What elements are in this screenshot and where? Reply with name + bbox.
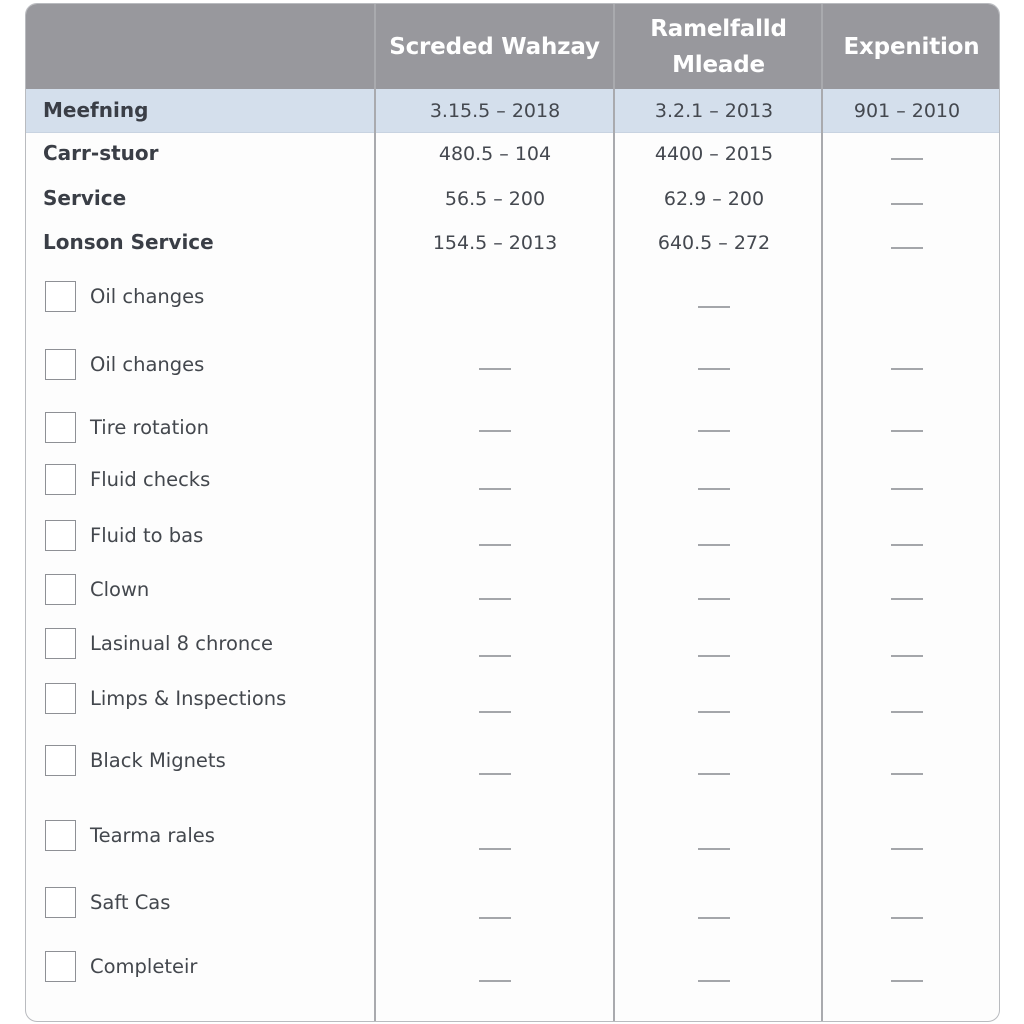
empty-value-dash [479, 655, 511, 657]
checklist-item-label: Oil changes [90, 285, 205, 308]
empty-value-dash [479, 430, 511, 432]
checklist-item-label: Saft Cas [90, 891, 171, 914]
row-value: 901 – 2010 [853, 100, 961, 122]
checklist-item-label: Tire rotation [90, 416, 209, 439]
empty-value-dash [891, 544, 923, 546]
row-label: Lonson Service [43, 230, 214, 254]
checkbox[interactable] [45, 520, 76, 551]
checklist-item-label: Limps & Inspections [90, 687, 287, 710]
table-header: Screded Wahzay Ramelfalld Mleade Expenit… [26, 4, 999, 89]
checklist-item[interactable]: Tearma rales [45, 820, 215, 851]
checklist-item[interactable]: Oil changes [45, 281, 204, 312]
empty-value-dash [698, 598, 730, 600]
checklist-item[interactable]: Oil changes [45, 349, 204, 380]
empty-value-dash [479, 980, 511, 982]
empty-value-dash [479, 917, 511, 919]
empty-value-dash [698, 306, 730, 308]
header-col2-line2: Mleade [672, 51, 765, 78]
empty-value-dash [698, 544, 730, 546]
empty-value-dash [698, 848, 730, 850]
checkbox[interactable] [45, 349, 76, 380]
checkbox[interactable] [45, 820, 76, 851]
empty-value-dash [479, 544, 511, 546]
empty-value-dash [479, 368, 511, 370]
empty-value-dash [891, 917, 923, 919]
checklist-item-label: Lasinual 8 chronce [90, 632, 273, 655]
empty-value-dash [891, 430, 923, 432]
checklist-item-label: Oil changes [90, 353, 205, 376]
checkbox[interactable] [45, 464, 76, 495]
column-divider [374, 4, 376, 1021]
header-cell-label [26, 4, 375, 89]
empty-value-dash [891, 848, 923, 850]
empty-value-dash [891, 711, 923, 713]
checklist-item-label: Completeir [90, 955, 198, 978]
checkbox[interactable] [45, 628, 76, 659]
empty-value-dash [479, 773, 511, 775]
checklist-item[interactable]: Fluid checks [45, 464, 210, 495]
header-cell-col3[interactable]: Expenition [822, 4, 999, 89]
empty-value-dash [891, 488, 923, 490]
checklist-item[interactable]: Black Mignets [45, 745, 226, 776]
checklist-item[interactable]: Lasinual 8 chronce [45, 628, 273, 659]
row-value: 62.9 – 200 [663, 188, 765, 210]
empty-value-dash [698, 711, 730, 713]
empty-value-dash [698, 980, 730, 982]
maintenance-table: Screded Wahzay Ramelfalld Mleade Expenit… [25, 3, 1000, 1022]
row-label: Meefning [43, 98, 149, 122]
empty-value-dash [698, 917, 730, 919]
checkbox[interactable] [45, 951, 76, 982]
row-label: Service [43, 186, 127, 210]
empty-value-dash [698, 773, 730, 775]
checklist-item-label: Fluid to bas [90, 524, 204, 547]
header-col2-line1: Ramelfalld [650, 15, 787, 42]
row-value: 3.2.1 – 2013 [654, 100, 774, 122]
checkbox[interactable] [45, 281, 76, 312]
empty-value-dash [698, 655, 730, 657]
checklist-item[interactable]: Tire rotation [45, 412, 209, 443]
column-divider [821, 4, 823, 1021]
checklist-item-label: Black Mignets [90, 749, 226, 772]
header-cell-col2[interactable]: Ramelfalld Mleade [615, 4, 822, 89]
checklist-item-label: Clown [90, 578, 150, 601]
checklist-item[interactable]: Saft Cas [45, 887, 170, 918]
checklist-item[interactable]: Fluid to bas [45, 520, 203, 551]
checkbox[interactable] [45, 745, 76, 776]
empty-value-dash [479, 488, 511, 490]
checklist-item[interactable]: Completeir [45, 951, 197, 982]
empty-value-dash [698, 488, 730, 490]
empty-value-dash [891, 598, 923, 600]
empty-value-dash [698, 368, 730, 370]
empty-value-dash [479, 848, 511, 850]
row-value: 56.5 – 200 [444, 188, 546, 210]
empty-value-dash [891, 773, 923, 775]
header-cell-col1[interactable]: Screded Wahzay [375, 4, 614, 89]
checkbox[interactable] [45, 412, 76, 443]
row-value: 640.5 – 272 [657, 232, 771, 254]
empty-value-dash [891, 368, 923, 370]
row-value: 3.15.5 – 2018 [429, 100, 561, 122]
checklist-item-label: Tearma rales [90, 824, 215, 847]
empty-value-dash [698, 430, 730, 432]
empty-value-dash [891, 158, 923, 160]
row-value: 154.5 – 2013 [432, 232, 558, 254]
row-value: 4400 – 2015 [654, 143, 774, 165]
column-divider [613, 4, 615, 1021]
empty-value-dash [479, 711, 511, 713]
checkbox[interactable] [45, 887, 76, 918]
empty-value-dash [479, 598, 511, 600]
checklist-item[interactable]: Limps & Inspections [45, 683, 286, 714]
row-value: 480.5 – 104 [438, 143, 552, 165]
row-label: Carr-stuor [43, 141, 159, 165]
checkbox[interactable] [45, 683, 76, 714]
empty-value-dash [891, 655, 923, 657]
empty-value-dash [891, 203, 923, 205]
checkbox[interactable] [45, 574, 76, 605]
checklist-item-label: Fluid checks [90, 468, 211, 491]
empty-value-dash [891, 247, 923, 249]
checklist-item[interactable]: Clown [45, 574, 149, 605]
empty-value-dash [891, 980, 923, 982]
